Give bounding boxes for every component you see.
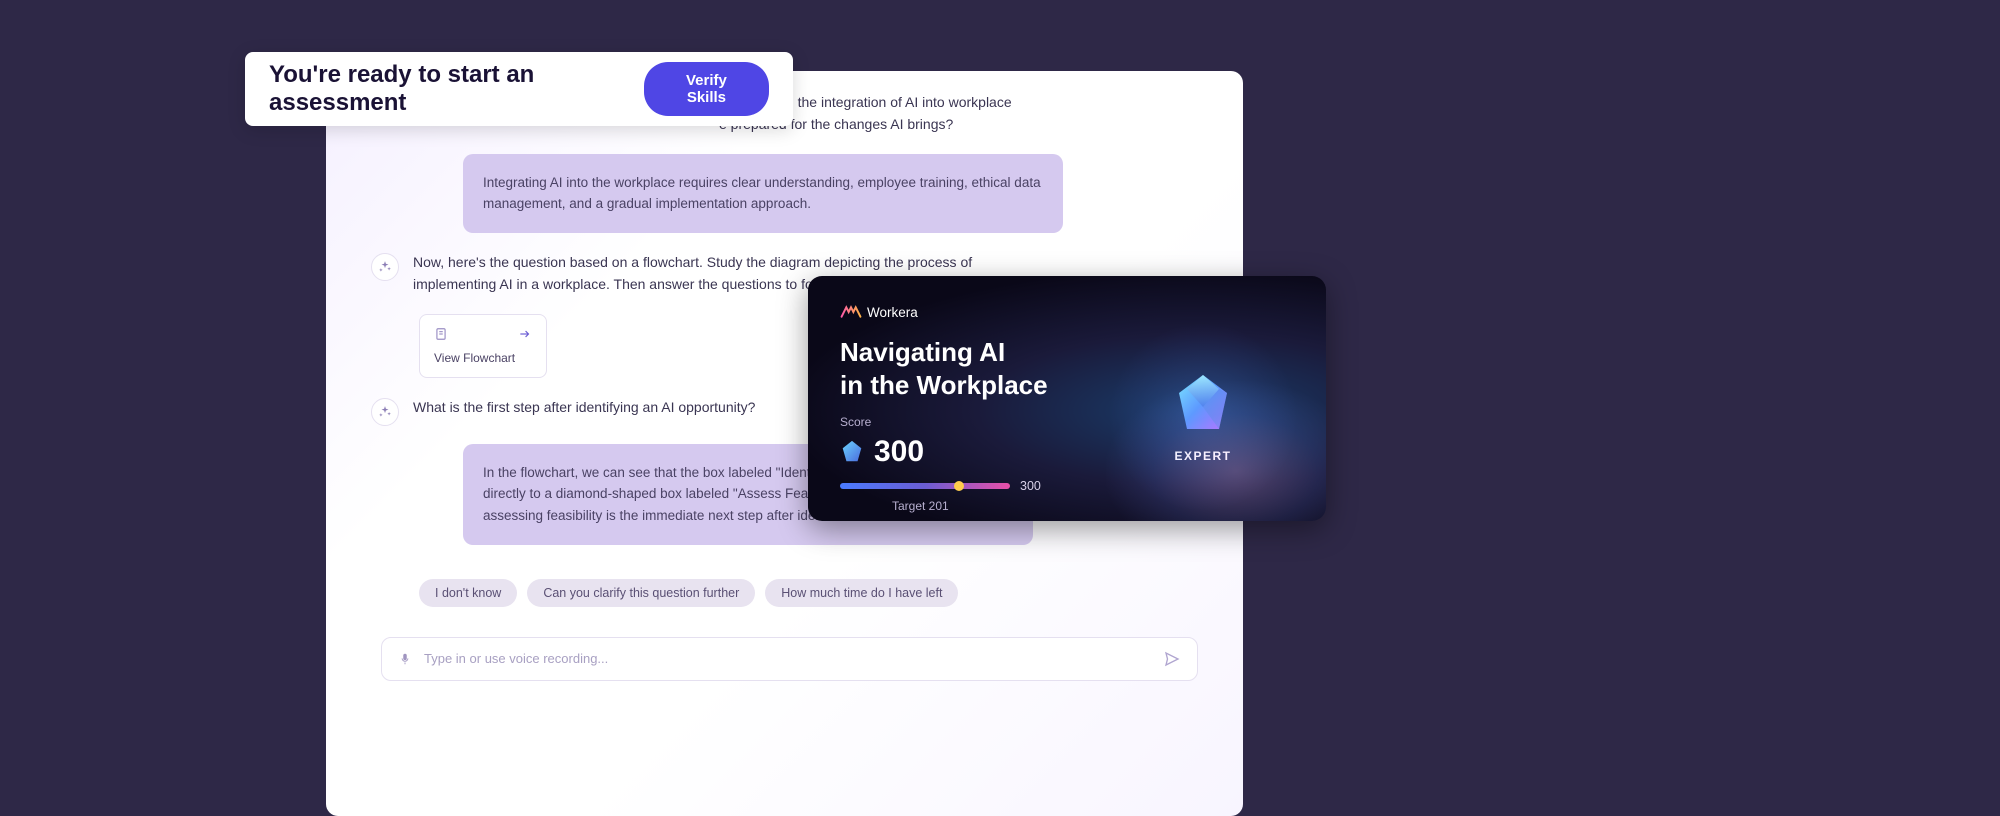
- flowchart-card[interactable]: View Flowchart: [419, 314, 547, 378]
- send-icon[interactable]: [1163, 650, 1181, 668]
- assessment-banner: You're ready to start an assessment Veri…: [245, 52, 793, 126]
- score-value: 300: [874, 435, 924, 469]
- document-icon: [434, 327, 448, 341]
- suggestion-chips: I don't know Can you clarify this questi…: [419, 579, 1198, 607]
- chat-input-bar: [381, 637, 1198, 681]
- sparkle-icon: [378, 260, 392, 274]
- logo-mark-icon: [840, 304, 862, 320]
- flowchart-label: View Flowchart: [434, 351, 532, 365]
- chip-clarify[interactable]: Can you clarify this question further: [527, 579, 755, 607]
- chip-time-left[interactable]: How much time do I have left: [765, 579, 958, 607]
- arrow-right-icon: [518, 327, 532, 341]
- progress-wrap: 300: [840, 479, 1045, 493]
- logo-text: Workera: [867, 305, 918, 320]
- chat-input[interactable]: [424, 651, 1151, 666]
- progress-bar: [840, 483, 1010, 489]
- progress-max: 300: [1020, 479, 1041, 493]
- highlight-box-1: Integrating AI into the workplace requir…: [463, 154, 1063, 233]
- sparkle-icon: [378, 405, 392, 419]
- assistant-avatar: [371, 398, 399, 426]
- level-label: EXPERT: [1174, 449, 1231, 463]
- level-badge: EXPERT: [1110, 324, 1296, 510]
- gem-large-icon: [1173, 371, 1233, 439]
- message-text: What is the first step after identifying…: [413, 396, 755, 426]
- assistant-avatar: [371, 253, 399, 281]
- title-line-2: in the Workplace: [840, 370, 1048, 400]
- progress-marker: [954, 481, 964, 491]
- chip-dont-know[interactable]: I don't know: [419, 579, 517, 607]
- gem-icon: [840, 439, 864, 465]
- banner-title: You're ready to start an assessment: [269, 61, 644, 117]
- flowchart-card-top: [434, 327, 532, 341]
- microphone-icon[interactable]: [398, 652, 412, 666]
- score-card: Workera Navigating AI in the Workplace S…: [808, 276, 1326, 521]
- workera-logo: Workera: [840, 304, 1294, 320]
- title-line-1: Navigating AI: [840, 337, 1005, 367]
- verify-skills-button[interactable]: Verify Skills: [644, 62, 769, 116]
